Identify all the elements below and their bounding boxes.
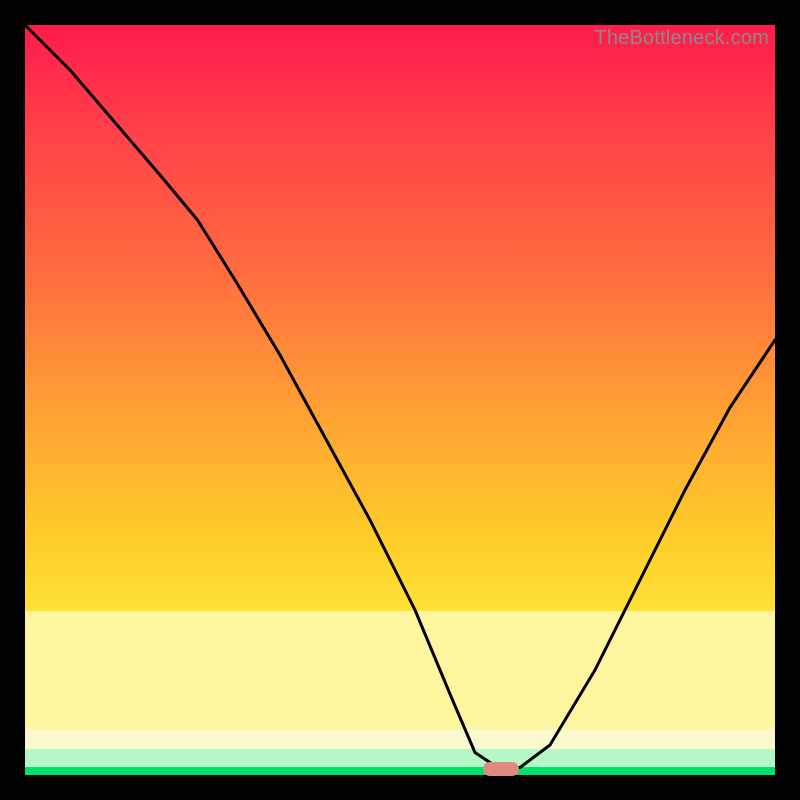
chart-frame: TheBottleneck.com	[0, 0, 800, 800]
watermark-text: TheBottleneck.com	[594, 27, 769, 50]
curve-path	[25, 25, 775, 768]
optimal-marker	[483, 762, 519, 776]
bottleneck-curve	[25, 25, 775, 775]
plot-area: TheBottleneck.com	[25, 25, 775, 775]
